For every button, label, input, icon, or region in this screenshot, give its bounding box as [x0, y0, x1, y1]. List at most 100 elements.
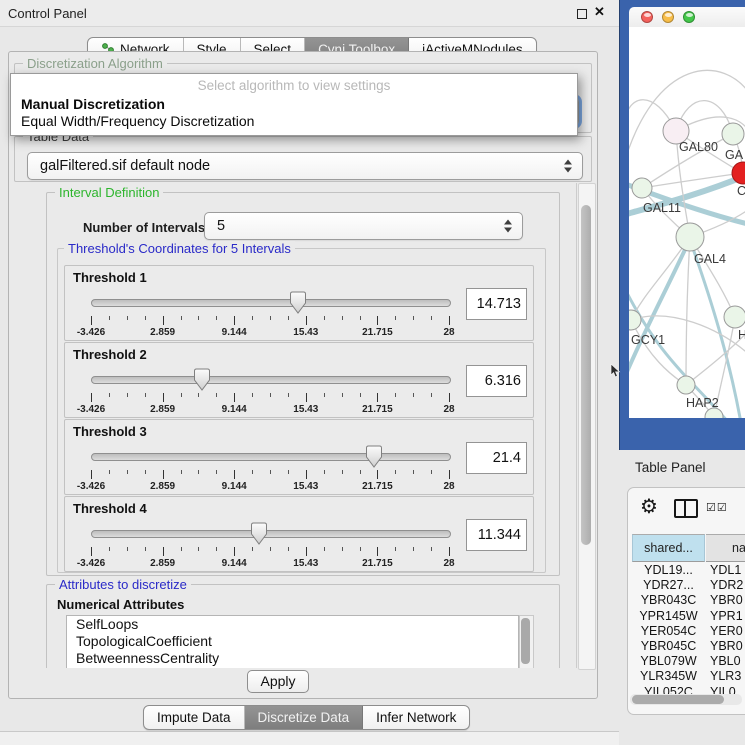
- apply-button[interactable]: Apply: [247, 670, 309, 693]
- close-panel-icon[interactable]: ✕: [594, 4, 605, 20]
- threshold-slider[interactable]: -3.4262.8599.14415.4321.71528: [91, 521, 449, 569]
- slider-track[interactable]: [91, 530, 451, 538]
- interval-definition-title: Interval Definition: [55, 185, 163, 200]
- tick-mark: [252, 470, 253, 474]
- tick-mark: [127, 316, 128, 320]
- tick-mark: [270, 470, 271, 474]
- threshold-slider[interactable]: -3.4262.8599.14415.4321.71528: [91, 367, 449, 415]
- algorithm-option-manual-discretization[interactable]: Manual Discretization: [21, 96, 165, 112]
- column-header-name[interactable]: na: [706, 534, 745, 562]
- tick-label: 21.715: [362, 404, 393, 415]
- cell-shared-name: YDL19...: [632, 563, 705, 577]
- tab-impute-data[interactable]: Impute Data: [144, 706, 245, 729]
- cell-name: YER0: [710, 624, 743, 638]
- column-header-shared-name[interactable]: shared...: [632, 534, 705, 562]
- table-row[interactable]: YLR345WYLR3: [628, 669, 745, 684]
- slider-thumb[interactable]: [193, 368, 211, 391]
- table-row[interactable]: YDL19...YDL1: [628, 563, 745, 578]
- attribute-item-selfloops[interactable]: SelfLoops: [67, 616, 518, 633]
- tick-mark: [360, 547, 361, 551]
- select-columns-icon[interactable]: ☑☑: [706, 501, 728, 514]
- table-panel-title: Table Panel: [635, 460, 706, 475]
- cell-shared-name: YLR345W: [632, 669, 705, 683]
- tick-label: -3.426: [77, 327, 105, 338]
- network-node-gal4[interactable]: [676, 223, 704, 251]
- float-panel-icon[interactable]: [577, 9, 587, 19]
- numerical-attributes-label: Numerical Attributes: [57, 597, 184, 612]
- network-canvas[interactable]: GAL80GACGAL11GAL4GCY1HHAP2: [629, 27, 745, 418]
- tick-label: 21.715: [362, 327, 393, 338]
- threshold-value-field[interactable]: 14.713: [466, 288, 527, 320]
- slider-thumb[interactable]: [289, 291, 307, 314]
- tick-label: 2.859: [150, 404, 175, 415]
- slider-track[interactable]: [91, 299, 451, 307]
- network-edge: [631, 237, 690, 320]
- cell-shared-name: YBR045C: [632, 639, 705, 653]
- threshold-value-field[interactable]: 6.316: [466, 365, 527, 397]
- slider-track[interactable]: [91, 376, 451, 384]
- mac-close-icon[interactable]: [641, 11, 653, 23]
- threshold-slider[interactable]: -3.4262.8599.14415.4321.71528: [91, 290, 449, 338]
- tick-label: 2.859: [150, 558, 175, 569]
- tick-label: 2.859: [150, 327, 175, 338]
- threshold-box: Threshold 2-3.4262.8599.14415.4321.71528…: [64, 342, 534, 418]
- table-row[interactable]: YBR045CYBR0: [628, 639, 745, 654]
- mac-minimize-icon[interactable]: [662, 11, 674, 23]
- algorithm-option-equal-width-frequency-discretization[interactable]: Equal Width/Frequency Discretization: [21, 113, 254, 129]
- threshold-value-field[interactable]: 21.4: [466, 442, 527, 474]
- table-body: YDL19...YDL1YDR27...YDR2YBR043CYBR0YPR14…: [628, 563, 745, 700]
- table-hscrollbar-thumb[interactable]: [632, 695, 724, 704]
- tick-mark: [306, 547, 307, 556]
- tick-label: 9.144: [222, 327, 247, 338]
- node-label: GAL4: [694, 252, 726, 266]
- table-row[interactable]: YBR043CYBR0: [628, 593, 745, 608]
- table-data-combo[interactable]: galFiltered.sif default node: [27, 152, 583, 180]
- slider-thumb[interactable]: [365, 445, 383, 468]
- attributes-list-scrollbar[interactable]: [519, 615, 534, 668]
- table-row[interactable]: YBL079WYBL0: [628, 654, 745, 669]
- threshold-slider[interactable]: -3.4262.8599.14415.4321.71528: [91, 444, 449, 492]
- tab-infer-network[interactable]: Infer Network: [363, 706, 469, 729]
- tick-label: 15.43: [293, 481, 318, 492]
- tick-mark: [342, 316, 343, 320]
- combo-stepper-icon: [504, 220, 513, 233]
- attribute-item-betweennesscentrality[interactable]: BetweennessCentrality: [67, 650, 518, 667]
- cell-shared-name: YBL079W: [632, 654, 705, 668]
- split-columns-icon[interactable]: [674, 499, 698, 518]
- tick-mark: [360, 470, 361, 474]
- tab-discretize-data[interactable]: Discretize Data: [245, 706, 364, 729]
- table-row[interactable]: YPR145WYPR1: [628, 609, 745, 624]
- tick-mark: [377, 316, 378, 325]
- panel-scrollbar-thumb[interactable]: [581, 205, 591, 545]
- tick-mark: [431, 393, 432, 397]
- tab-label: Infer Network: [376, 710, 456, 725]
- table-data-combo-value: galFiltered.sif default node: [40, 158, 210, 174]
- tick-label: 9.144: [222, 481, 247, 492]
- slider-track[interactable]: [91, 453, 451, 461]
- network-node-ga[interactable]: [722, 123, 744, 145]
- slider-thumb[interactable]: [250, 522, 268, 545]
- mac-zoom-icon[interactable]: [683, 11, 695, 23]
- network-node-h[interactable]: [724, 306, 745, 328]
- threshold-value-field[interactable]: 11.344: [466, 519, 527, 551]
- tick-mark: [413, 547, 414, 551]
- tick-mark: [288, 393, 289, 397]
- scrollbar-thumb[interactable]: [521, 618, 530, 664]
- table-row[interactable]: YDR27...YDR2: [628, 578, 745, 593]
- network-window-titlebar[interactable]: [629, 7, 745, 27]
- tick-label: 9.144: [222, 558, 247, 569]
- tick-mark: [395, 316, 396, 320]
- threshold-label: Threshold 4: [73, 501, 147, 516]
- tick-mark: [270, 547, 271, 551]
- network-node-gal11[interactable]: [632, 178, 652, 198]
- network-edge: [686, 237, 690, 385]
- attribute-item-topologicalcoefficient[interactable]: TopologicalCoefficient: [67, 633, 518, 650]
- number-of-intervals-combo[interactable]: 5: [204, 212, 523, 240]
- table-row[interactable]: YER054CYER0: [628, 624, 745, 639]
- tick-mark: [109, 393, 110, 397]
- tick-label: -3.426: [77, 558, 105, 569]
- numerical-attributes-list[interactable]: SelfLoopsTopologicalCoefficientBetweenne…: [66, 615, 519, 668]
- network-node-hap2[interactable]: [677, 376, 695, 394]
- tick-mark: [306, 393, 307, 402]
- settings-gear-icon[interactable]: ⚙: [640, 494, 658, 519]
